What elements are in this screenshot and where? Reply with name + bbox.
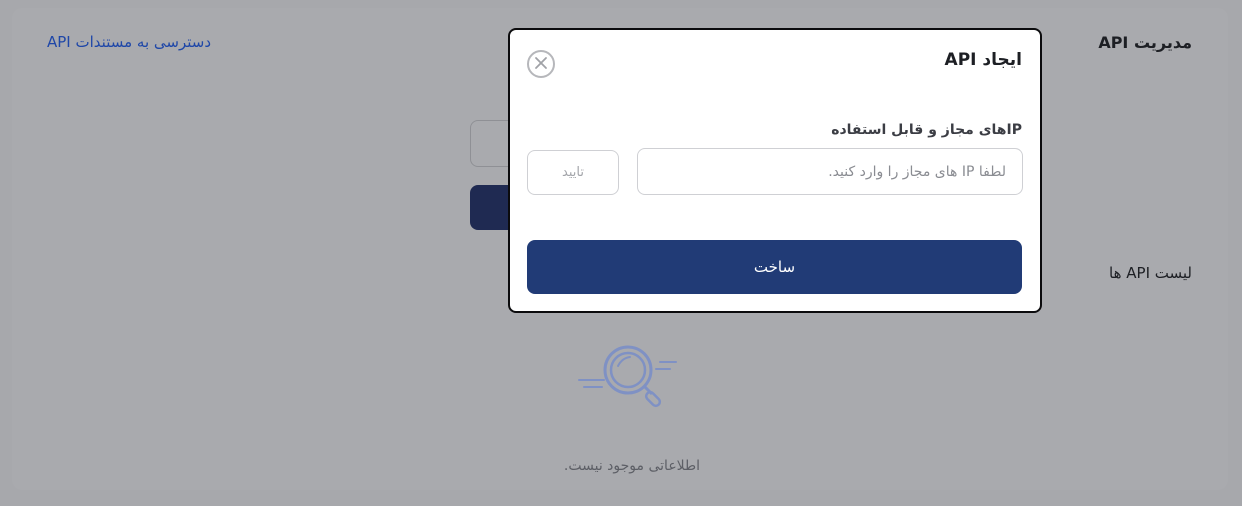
create-api-modal: ایجاد API IPهای مجاز و قابل استفاده تایی…: [508, 28, 1042, 313]
close-button[interactable]: [527, 50, 555, 78]
create-button[interactable]: ساخت: [527, 240, 1022, 294]
allowed-ips-input[interactable]: [637, 148, 1023, 195]
page-title: مدیریت API: [1098, 33, 1192, 52]
modal-title: ایجاد API: [944, 50, 1022, 70]
api-docs-link[interactable]: دسترسی به مستندات API: [47, 33, 211, 51]
search-magnifier-icon: [574, 340, 684, 410]
page-root: مدیریت API دسترسی به مستندات API لیست AP…: [0, 0, 1242, 506]
close-icon: [534, 55, 548, 74]
empty-state-text: اطلاعاتی موجود نیست.: [563, 458, 701, 474]
allowed-ips-label: IPهای مجاز و قابل استفاده: [831, 122, 1022, 138]
api-list-title: لیست API ها: [1109, 264, 1192, 282]
confirm-button[interactable]: تایید: [527, 150, 619, 195]
